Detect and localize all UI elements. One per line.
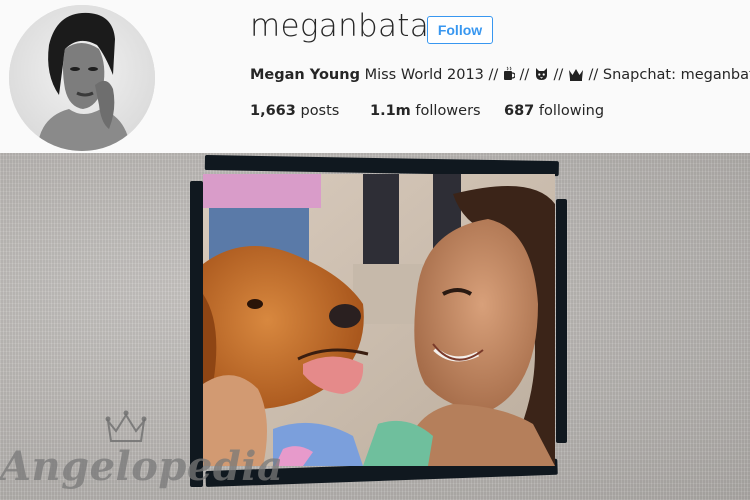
frame-top-bar	[204, 155, 559, 177]
stat-followers[interactable]: 1.1m followers	[370, 103, 481, 119]
posts-count: 1,663	[250, 103, 296, 119]
framed-photo	[203, 174, 555, 466]
coffee-cup-icon	[503, 66, 516, 85]
profile-header: meganbata Follow Megan Young Miss World …	[0, 0, 750, 153]
stat-following[interactable]: 687 following	[504, 103, 604, 119]
follow-button[interactable]: Follow	[427, 16, 493, 44]
bio-separator: //	[548, 67, 568, 83]
frame-right-bar	[556, 199, 567, 443]
following-label: following	[534, 103, 605, 119]
frame-left-bar	[190, 181, 203, 487]
bio-separator: //	[514, 67, 534, 83]
crown-icon	[568, 67, 584, 85]
bio-full-name: Megan Young	[250, 67, 360, 83]
profile-username: meganbata	[250, 8, 430, 44]
following-count: 687	[504, 103, 535, 119]
cat-face-icon	[534, 66, 549, 85]
bio-text-snapchat: // Snapchat: meganbata	[583, 67, 750, 83]
posts-label: posts	[295, 103, 340, 119]
followers-label: followers	[410, 103, 481, 119]
stat-posts[interactable]: 1,663 posts	[250, 103, 339, 119]
profile-avatar[interactable]	[9, 5, 155, 151]
followers-count: 1.1m	[370, 103, 411, 119]
angelopedia-watermark: Angelopedia	[0, 443, 284, 490]
post-image[interactable]: Angelopedia	[0, 153, 750, 500]
woman-and-dog-photo	[203, 174, 555, 466]
profile-bio: Megan Young Miss World 2013 // // // // …	[250, 66, 750, 85]
bio-text-title: Miss World 2013 //	[359, 67, 503, 83]
avatar-portrait	[9, 5, 155, 151]
